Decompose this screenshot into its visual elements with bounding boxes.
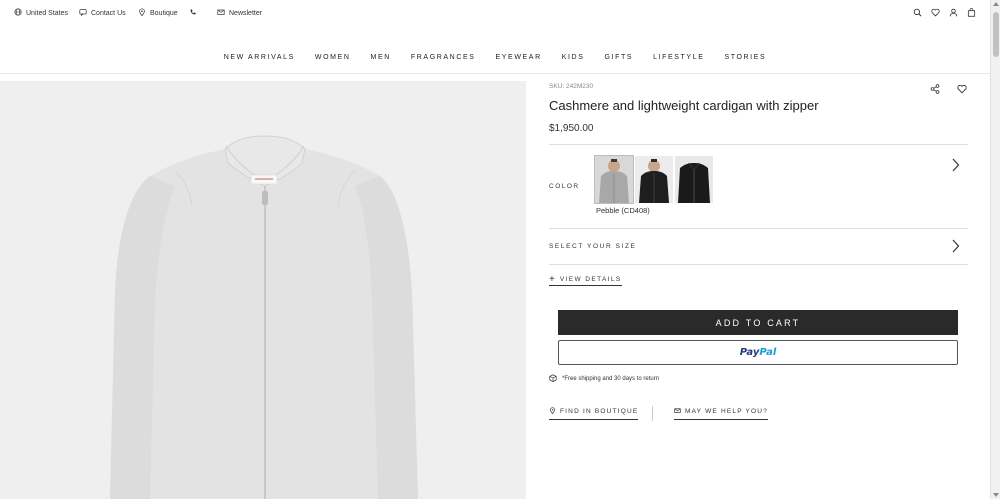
share-icon[interactable] [930,81,940,99]
product-sku: SKU: 242M230 [549,83,594,90]
nav-divider [0,73,990,74]
scroll-down-arrow-icon[interactable] [993,493,999,497]
nav-item-new-arrivals[interactable]: NEW ARRIVALS [214,54,305,61]
contact-label: Contact Us [91,9,126,17]
globe-icon [14,8,22,18]
link-separator [652,406,653,421]
view-details-label: VIEW DETAILS [559,276,622,283]
heart-icon[interactable] [931,8,940,17]
product-title: Cashmere and lightweight cardigan with z… [549,98,819,113]
swatch-black-1[interactable] [635,156,673,203]
nav-item-stories[interactable]: STORIES [714,54,776,61]
envelope-icon [217,8,225,18]
country-label: United States [26,9,69,17]
header-actions [913,8,976,17]
color-chevron-right-icon[interactable] [951,158,960,172]
paypal-logo-pay: Pay [739,347,760,358]
nav-item-eyewear[interactable]: EYEWEAR [486,54,552,61]
boutique-label: Boutique [150,9,178,17]
find-in-boutique-label: FIND IN BOUTIQUE [560,408,639,415]
product-price: $1,950.00 [549,123,594,134]
location-pin-icon [138,8,146,18]
box-icon [549,374,557,384]
divider [549,228,968,229]
shipping-note: *Free shipping and 30 days to return [549,374,659,384]
contact-us-link[interactable]: Contact Us [79,8,126,18]
phone-icon [189,8,197,18]
main-navigation: NEW ARRIVALS WOMEN MEN FRAGRANCES EYEWEA… [0,54,990,61]
view-details-link[interactable]: + VIEW DETAILS [549,274,622,286]
wishlist-heart-icon[interactable] [957,81,967,99]
divider [549,144,968,145]
find-in-boutique-link[interactable]: FIND IN BOUTIQUE [549,407,639,420]
phone-link[interactable] [189,8,197,18]
bag-icon[interactable] [967,8,976,17]
paypal-logo-pal: Pal [759,347,777,358]
nav-item-gifts[interactable]: GIFTS [594,54,643,61]
boutique-link[interactable]: Boutique [138,8,178,18]
nav-item-fragrances[interactable]: FRAGRANCES [401,54,486,61]
scroll-up-arrow-icon[interactable] [993,2,999,6]
nav-item-lifestyle[interactable]: LIFESTYLE [643,54,714,61]
location-pin-icon [549,407,556,416]
nav-item-women[interactable]: WOMEN [305,54,361,61]
newsletter-label: Newsletter [229,9,263,17]
user-icon[interactable] [949,8,958,17]
product-image[interactable] [0,81,526,499]
color-label: COLOR [549,183,580,190]
paypal-button[interactable]: Pay Pal [558,340,958,365]
newsletter-link[interactable]: Newsletter [217,8,262,18]
chat-icon [79,8,87,18]
may-we-help-link[interactable]: MAY WE HELP YOU? [674,407,769,420]
shipping-text: *Free shipping and 30 days to return [562,376,660,382]
search-icon[interactable] [913,8,922,17]
swatch-pebble[interactable] [594,155,634,204]
may-we-help-label: MAY WE HELP YOU? [685,408,769,415]
add-to-cart-button[interactable]: ADD TO CART [558,310,958,335]
plus-icon: + [549,274,555,285]
size-chevron-right-icon[interactable] [951,239,960,253]
country-selector[interactable]: United States [14,8,68,18]
nav-item-kids[interactable]: KIDS [552,54,595,61]
select-size-label[interactable]: SELECT YOUR SIZE [549,243,637,250]
divider [549,264,968,265]
page-scrollbar[interactable] [990,0,1000,499]
swatch-black-2[interactable] [675,156,713,203]
selected-color-name: Pebble (CD408) [596,206,650,215]
envelope-icon [674,407,681,416]
nav-item-men[interactable]: MEN [361,54,401,61]
scroll-thumb[interactable] [993,12,999,57]
utility-bar: United States Contact Us Boutique Newsle… [0,0,990,26]
cardigan-illustration [110,135,418,499]
